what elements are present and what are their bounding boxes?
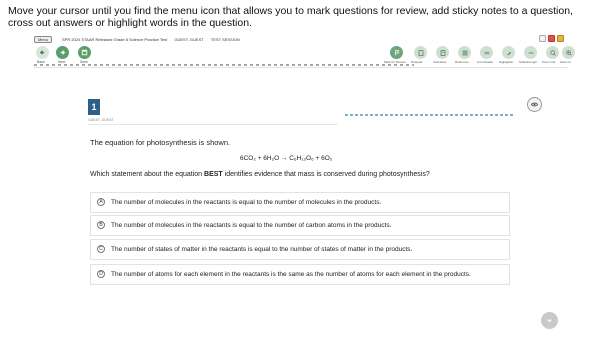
pause-icon[interactable] — [548, 35, 555, 42]
back-button[interactable] — [36, 46, 49, 59]
flag-icon — [394, 49, 399, 55]
reference-icon — [462, 50, 467, 55]
choice-letter: B — [97, 221, 105, 229]
toolbar-info-row: Menu SPR 2024 STAAR Released Grade 8 Sci… — [34, 34, 568, 45]
test-info: SPR 2024 STAAR Released Grade 8 Science … — [62, 37, 442, 42]
question-number: 1 — [88, 99, 100, 115]
save-button[interactable] — [78, 46, 91, 59]
choice-text: The number of molecules in the reactants… — [111, 222, 392, 229]
calculator-button[interactable] — [436, 46, 449, 59]
tool-label: Reference — [455, 60, 469, 64]
end-test-icon[interactable] — [557, 35, 564, 42]
chevron-down-icon — [547, 319, 552, 323]
question-prompt: Which statement about the equation BEST … — [90, 171, 430, 178]
choice-letter: C — [97, 245, 105, 253]
answer-choice-c[interactable]: C The number of states of matter in the … — [90, 239, 510, 260]
context-menu-button[interactable] — [527, 97, 542, 112]
zoom-out-button[interactable] — [546, 46, 559, 59]
window-controls — [539, 35, 564, 42]
question-progress-dots[interactable] — [34, 64, 414, 66]
choice-letter: A — [97, 198, 105, 206]
choice-letter: D — [97, 270, 105, 278]
question-stem: The equation for photosynthesis is shown… — [90, 138, 231, 147]
prompt-before: Which statement about the equation — [90, 171, 205, 178]
answer-choice-a[interactable]: A The number of molecules in the reactan… — [90, 192, 510, 213]
highlighter-button[interactable] — [502, 46, 515, 59]
zoom-in-icon — [565, 49, 572, 56]
question-subheader: GUEST, GUEST — [88, 118, 114, 122]
photosynthesis-equation: 6CO₂ + 6H₂O → C₆H₁₂O₆ + 6O₂ — [240, 155, 333, 162]
notepad-button[interactable] — [414, 46, 427, 59]
tool-label: Zoom In — [560, 60, 572, 64]
reference-button[interactable] — [458, 46, 471, 59]
tool-label: Zoom Out — [542, 60, 556, 64]
eye-icon — [530, 102, 539, 107]
notepad-icon — [418, 49, 423, 56]
choice-text: The number of states of matter in the re… — [111, 246, 413, 253]
prompt-bold: BEST — [204, 171, 223, 178]
zoom-in-button[interactable] — [562, 46, 575, 59]
menu-button[interactable]: Menu — [34, 36, 52, 43]
answer-choice-d[interactable]: D The number of atoms for each element i… — [90, 264, 510, 285]
tool-label: Calculator — [433, 60, 447, 64]
calculator-icon — [440, 49, 445, 56]
toolbar-buttons-row: Back Next Save Mark for Review Notepad C… — [34, 46, 575, 64]
prompt-after: identifies evidence that mass is conserv… — [222, 171, 430, 178]
line-reader-button[interactable] — [480, 46, 493, 59]
mark-review-button[interactable] — [390, 46, 403, 59]
answer-choice-b[interactable]: B The number of molecules in the reactan… — [90, 215, 510, 236]
tool-label: Highlighter — [499, 60, 514, 64]
choice-text: The number of molecules in the reactants… — [111, 199, 382, 206]
strikethrough-button[interactable] — [524, 46, 537, 59]
scroll-down-button[interactable] — [541, 312, 558, 329]
arrow-right-icon — [60, 50, 66, 55]
help-icon[interactable] — [539, 35, 546, 42]
session-info: TEST SESSION — [210, 37, 240, 42]
line-reader-icon — [484, 51, 489, 54]
next-button[interactable] — [56, 46, 69, 59]
student-info: GUEST, GUEST — [174, 37, 204, 42]
highlighter-icon — [506, 51, 511, 55]
save-icon — [81, 49, 88, 56]
tool-label: Line Reader — [477, 60, 494, 64]
tool-label: Strikethrough — [519, 60, 537, 64]
question-dots-divider — [345, 114, 515, 116]
instruction-text: Move your cursor until you find the menu… — [8, 5, 573, 29]
toolbar-divider — [34, 67, 568, 68]
choice-text: The number of atoms for each element in … — [111, 271, 471, 278]
strikethrough-icon — [528, 52, 533, 53]
arrow-left-icon — [39, 50, 45, 55]
test-title: SPR 2024 STAAR Released Grade 8 Science … — [62, 37, 168, 42]
zoom-out-icon — [549, 49, 556, 56]
question-divider — [88, 124, 338, 125]
